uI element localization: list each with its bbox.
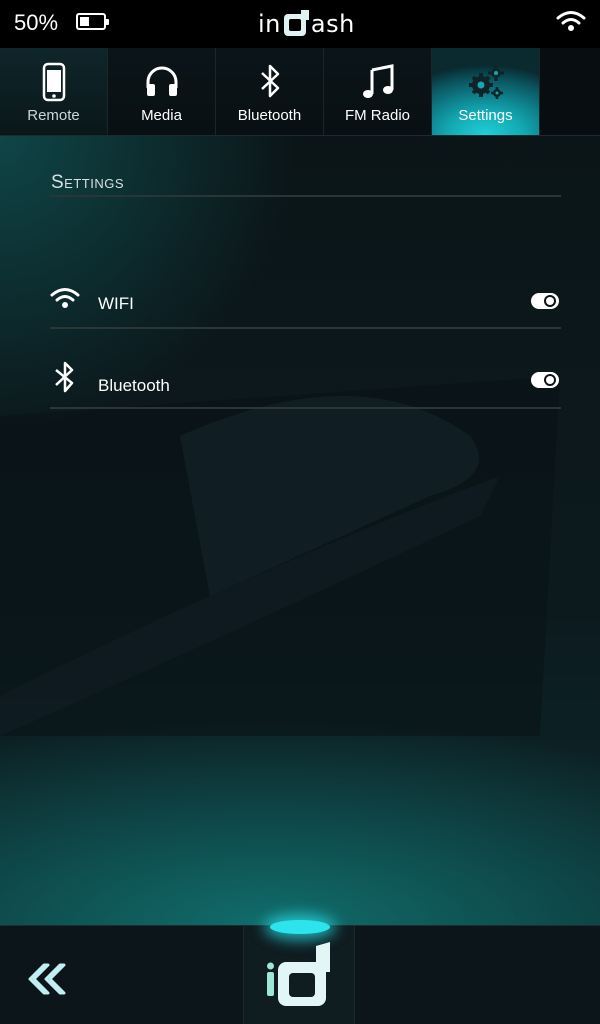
tab-fm-radio-label: FM Radio: [344, 107, 411, 124]
music-note-icon: [362, 64, 393, 98]
logo-text-right: ash: [310, 10, 355, 38]
tab-remote[interactable]: Remote: [0, 48, 108, 135]
setting-row-wifi[interactable]: WIFI: [50, 249, 561, 329]
tab-bluetooth-label: Bluetooth: [237, 107, 302, 124]
setting-row-bluetooth[interactable]: Bluetooth: [50, 329, 561, 409]
battery-icon: [76, 13, 109, 30]
tab-media-label: Media: [141, 107, 182, 124]
wifi-toggle[interactable]: [531, 293, 559, 309]
tab-remote-label: Remote: [27, 107, 80, 124]
phone-icon: [42, 62, 65, 102]
tab-media[interactable]: Media: [108, 48, 216, 135]
settings-panel: Settings WIFI Bluetooth: [0, 136, 600, 925]
battery-percentage: 50%: [14, 10, 59, 35]
wifi-icon: [556, 11, 586, 31]
app-logo: in ash: [258, 8, 355, 40]
home-glow: [270, 920, 330, 934]
logo-mark-icon: [283, 10, 309, 36]
wifi-icon: [50, 288, 80, 308]
gears-icon: [468, 65, 504, 99]
tab-bar-spacer: [540, 48, 600, 135]
setting-label-bluetooth: Bluetooth: [98, 376, 170, 395]
tab-bar: Remote Media Bluetooth FM Radio Settings: [0, 48, 600, 136]
bluetooth-icon: [55, 361, 74, 393]
section-title: Settings: [51, 172, 125, 193]
section-divider: [50, 195, 561, 197]
status-bar: 50% in ash: [0, 0, 600, 48]
tab-bluetooth[interactable]: Bluetooth: [216, 48, 324, 135]
row-divider: [50, 407, 561, 409]
logo-text-left: in: [258, 10, 281, 38]
headphones-icon: [146, 66, 177, 96]
tab-fm-radio[interactable]: FM Radio: [324, 48, 432, 135]
indash-logo: [267, 942, 330, 1006]
bluetooth-icon: [260, 64, 279, 98]
bluetooth-toggle[interactable]: [531, 372, 559, 388]
double-chevron-left-icon[interactable]: [26, 962, 66, 996]
tab-settings-label: Settings: [458, 107, 513, 124]
tab-settings[interactable]: Settings: [432, 48, 540, 135]
setting-label-wifi: WIFI: [98, 294, 134, 313]
bottom-bar: [0, 920, 600, 1024]
home-button[interactable]: [243, 920, 355, 1024]
